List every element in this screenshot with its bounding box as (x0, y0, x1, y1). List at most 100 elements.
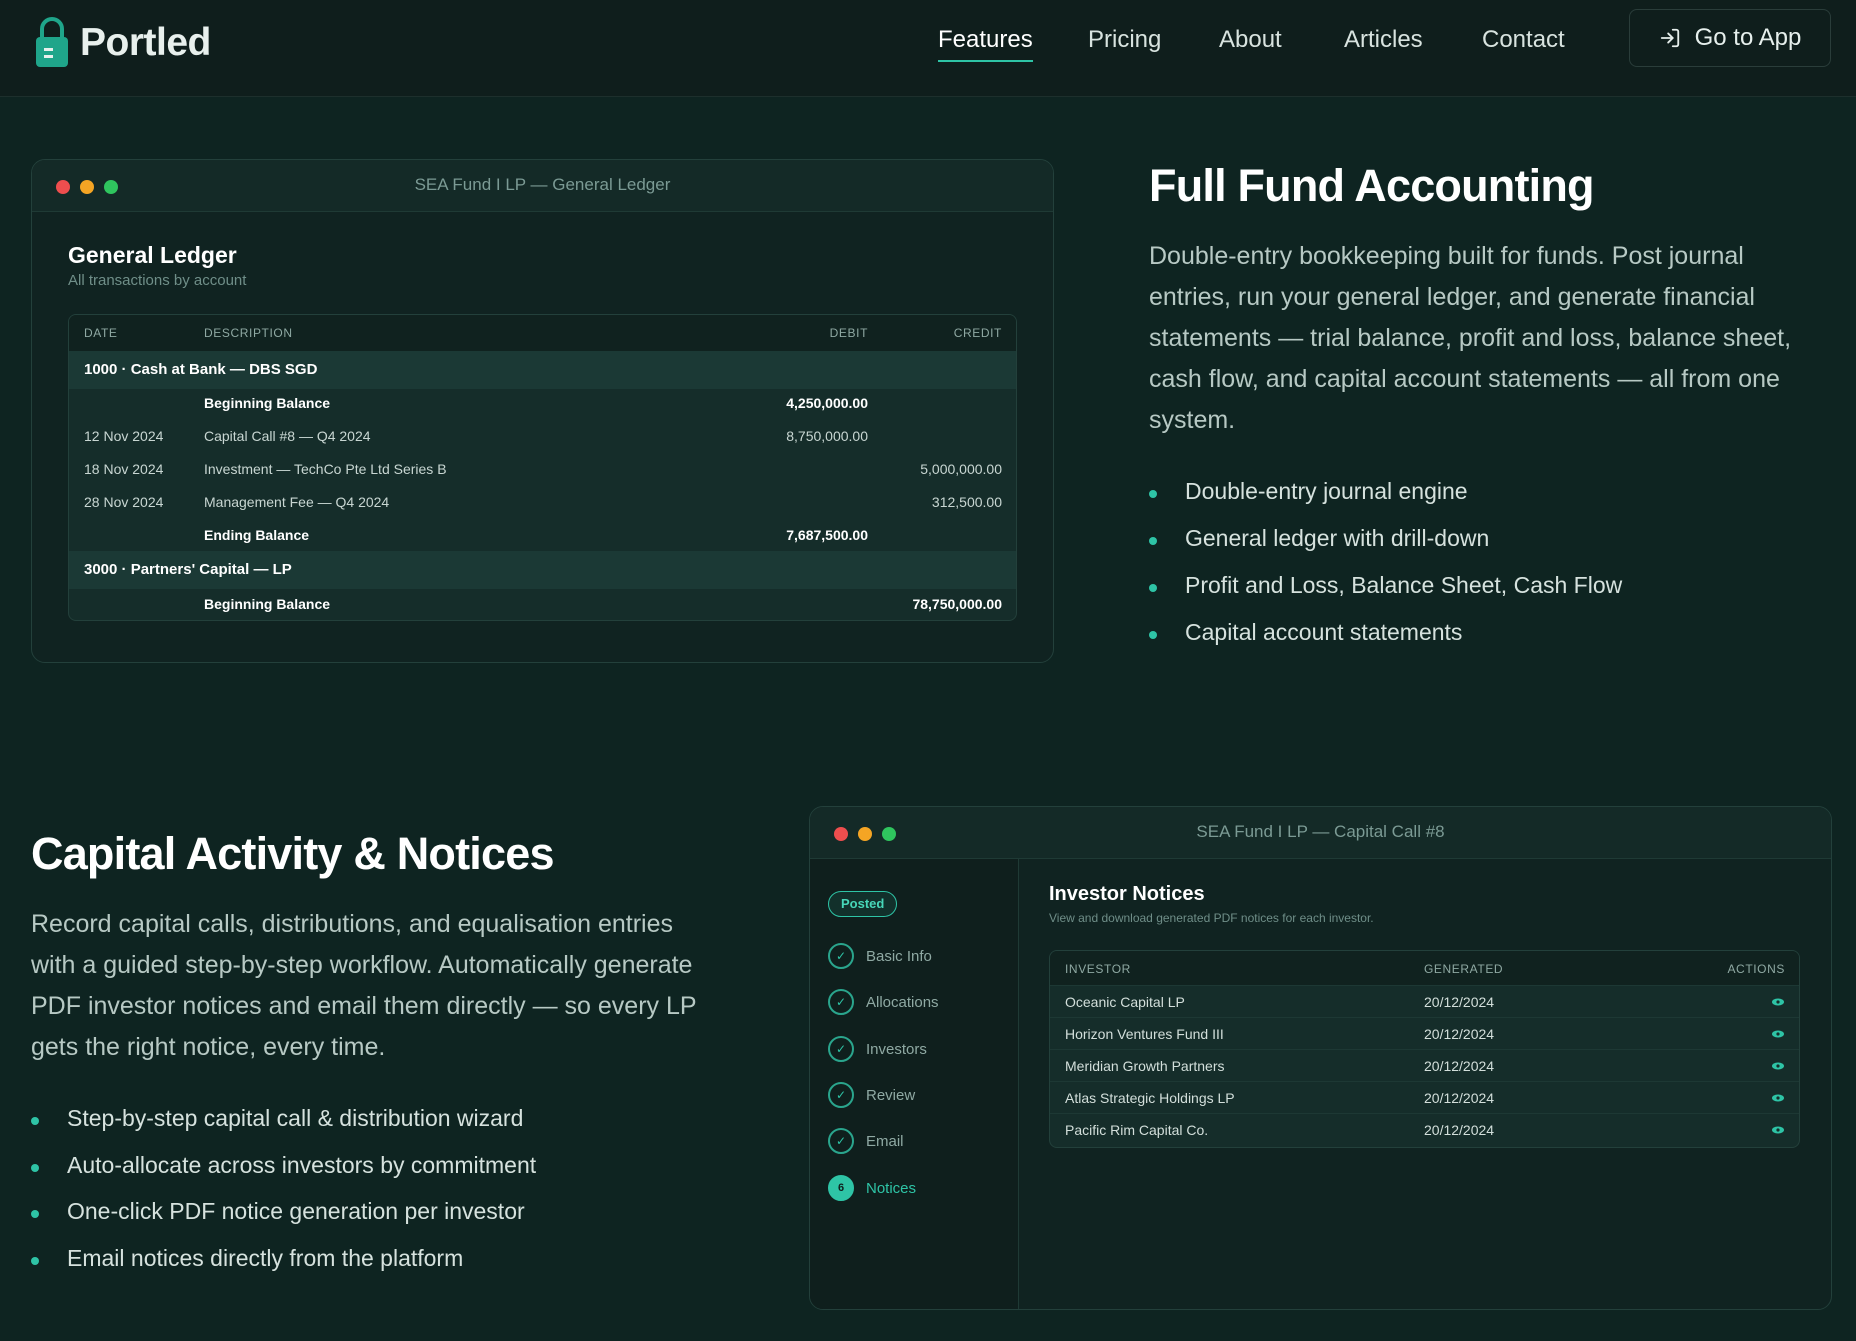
list-item: Profit and Loss, Balance Sheet, Cash Flo… (1149, 572, 1622, 599)
check-icon: ✓ (828, 943, 854, 969)
sign-in-icon (1660, 28, 1679, 48)
eye-icon[interactable] (1771, 996, 1785, 1008)
nav-link-features[interactable]: Features (938, 24, 1033, 62)
notices-table-header: INVESTOR GENERATED ACTIONS (1050, 951, 1799, 985)
ledger-subtitle: All transactions by account (68, 272, 247, 289)
step-basic-info[interactable]: ✓ Basic Info (828, 942, 932, 970)
row-description: Investment — TechCo Pte Ltd Series B (204, 461, 447, 477)
window-titlebar: SEA Fund I LP — Capital Call #8 (810, 807, 1831, 859)
list-item: Auto-allocate across investors by commit… (31, 1152, 536, 1179)
table-row[interactable]: 28 Nov 2024 Management Fee — Q4 2024 312… (69, 494, 1016, 522)
investor-name: Meridian Growth Partners (1065, 1058, 1225, 1074)
window-title: SEA Fund I LP — Capital Call #8 (1196, 822, 1445, 841)
row-description: Beginning Balance (204, 395, 331, 411)
go-to-app-button[interactable]: Go to App (1629, 9, 1831, 67)
table-row[interactable]: Beginning Balance 4,250,000.00 (69, 395, 1016, 423)
check-icon: ✓ (828, 1036, 854, 1062)
brand-name: Portled (80, 21, 211, 64)
table-row[interactable]: Oceanic Capital LP 20/12/2024 (1050, 985, 1799, 1017)
window-title: SEA Fund I LP — General Ledger (414, 175, 671, 194)
generated-date: 20/12/2024 (1424, 1026, 1495, 1042)
col-generated: GENERATED (1424, 962, 1504, 976)
table-row[interactable]: 12 Nov 2024 Capital Call #8 — Q4 2024 8,… (69, 428, 1016, 456)
row-credit: 78,750,000.00 (912, 596, 1002, 612)
investor-name: Atlas Strategic Holdings LP (1065, 1090, 1235, 1106)
notices-subtitle: View and download generated PDF notices … (1049, 911, 1374, 925)
step-notices[interactable]: 6 Notices (828, 1174, 916, 1202)
eye-icon[interactable] (1771, 1028, 1785, 1040)
general-ledger-window: SEA Fund I LP — General Ledger General L… (31, 159, 1054, 663)
row-date: 28 Nov 2024 (84, 494, 164, 510)
capital-call-window: SEA Fund I LP — Capital Call #8 Posted ✓… (809, 806, 1832, 1310)
nav-link-about[interactable]: About (1219, 24, 1282, 60)
col-investor: INVESTOR (1065, 962, 1131, 976)
list-item: General ledger with drill-down (1149, 525, 1489, 552)
step-label: Notices (866, 1179, 917, 1197)
lock-icon (34, 17, 70, 69)
step-label: Review (866, 1086, 916, 1104)
table-row[interactable]: Pacific Rim Capital Co. 20/12/2024 (1050, 1113, 1799, 1145)
ledger-table-header: DATE DESCRIPTION DEBIT CREDIT (69, 315, 1016, 351)
step-label: Investors (866, 1040, 927, 1058)
generated-date: 20/12/2024 (1424, 1058, 1495, 1074)
fund-accounting-body: Double-entry bookkeeping built for funds… (1149, 242, 1792, 434)
check-icon: ✓ (828, 1128, 854, 1154)
eye-icon[interactable] (1771, 1092, 1785, 1104)
table-row[interactable]: Meridian Growth Partners 20/12/2024 (1050, 1049, 1799, 1081)
row-debit: 8,750,000.00 (786, 428, 868, 444)
row-date: 12 Nov 2024 (84, 428, 164, 444)
row-debit: 4,250,000.00 (786, 395, 868, 411)
step-label: Allocations (866, 993, 939, 1011)
investor-name: Horizon Ventures Fund III (1065, 1026, 1224, 1042)
capital-activity-heading: Capital Activity & Notices (31, 828, 554, 879)
check-icon: ✓ (828, 989, 854, 1015)
row-description: Ending Balance (204, 527, 310, 543)
row-credit: 5,000,000.00 (920, 461, 1002, 477)
step-email[interactable]: ✓ Email (828, 1127, 904, 1155)
nav-link-articles[interactable]: Articles (1344, 24, 1423, 60)
table-row[interactable]: 18 Nov 2024 Investment — TechCo Pte Ltd … (69, 461, 1016, 489)
account-group-row[interactable]: 3000 · Partners' Capital — LP (69, 551, 1016, 589)
notices-title: Investor Notices (1049, 883, 1205, 905)
ledger-table: DATE DESCRIPTION DEBIT CREDIT 1000 · Cas… (68, 314, 1017, 621)
row-date: 18 Nov 2024 (84, 461, 164, 477)
list-item: One-click PDF notice generation per inve… (31, 1198, 525, 1225)
list-item: Double-entry journal engine (1149, 478, 1468, 505)
table-row[interactable]: Horizon Ventures Fund III 20/12/2024 (1050, 1017, 1799, 1049)
check-icon: ✓ (828, 1082, 854, 1108)
brand-logo[interactable]: Portled (34, 10, 211, 76)
table-row[interactable]: Beginning Balance 78,750,000.00 (69, 596, 1016, 620)
list-item: Step-by-step capital call & distribution… (31, 1105, 523, 1132)
col-date: DATE (84, 326, 118, 340)
status-badge: Posted (828, 891, 898, 917)
row-debit: 7,687,500.00 (786, 527, 868, 543)
eye-icon[interactable] (1771, 1124, 1785, 1136)
row-description: Management Fee — Q4 2024 (204, 494, 390, 510)
nav-link-pricing[interactable]: Pricing (1088, 24, 1161, 60)
step-allocations[interactable]: ✓ Allocations (828, 988, 939, 1016)
nav-link-contact[interactable]: Contact (1482, 24, 1565, 60)
wizard-sidebar: Posted ✓ Basic Info ✓ Allocations ✓ Inve… (810, 859, 1019, 1309)
investor-name: Oceanic Capital LP (1065, 994, 1185, 1010)
row-description: Beginning Balance (204, 596, 331, 612)
step-review[interactable]: ✓ Review (828, 1081, 915, 1109)
go-to-app-label: Go to App (1694, 24, 1802, 51)
list-item: Capital account statements (1149, 619, 1462, 646)
row-credit: 312,500.00 (931, 494, 1002, 510)
top-nav: Portled Features Pricing About Articles … (0, 0, 1856, 97)
account-group-row[interactable]: 1000 · Cash at Bank — DBS SGD (69, 351, 1016, 389)
step-investors[interactable]: ✓ Investors (828, 1035, 927, 1063)
eye-icon[interactable] (1771, 1060, 1785, 1072)
row-description: Capital Call #8 — Q4 2024 (204, 428, 371, 444)
investor-notices-table: INVESTOR GENERATED ACTIONS Oceanic Capit… (1049, 950, 1800, 1148)
step-label: Basic Info (866, 947, 932, 965)
col-debit: DEBIT (829, 326, 868, 340)
table-row[interactable]: Atlas Strategic Holdings LP 20/12/2024 (1050, 1081, 1799, 1113)
generated-date: 20/12/2024 (1424, 1090, 1495, 1106)
step-number-icon: 6 (828, 1175, 854, 1201)
generated-date: 20/12/2024 (1424, 994, 1495, 1010)
window-titlebar: SEA Fund I LP — General Ledger (32, 160, 1053, 212)
capital-activity-body: Record capital calls, distributions, and… (31, 910, 697, 1061)
ledger-title: General Ledger (68, 242, 237, 268)
fund-accounting-heading: Full Fund Accounting (1149, 160, 1595, 211)
